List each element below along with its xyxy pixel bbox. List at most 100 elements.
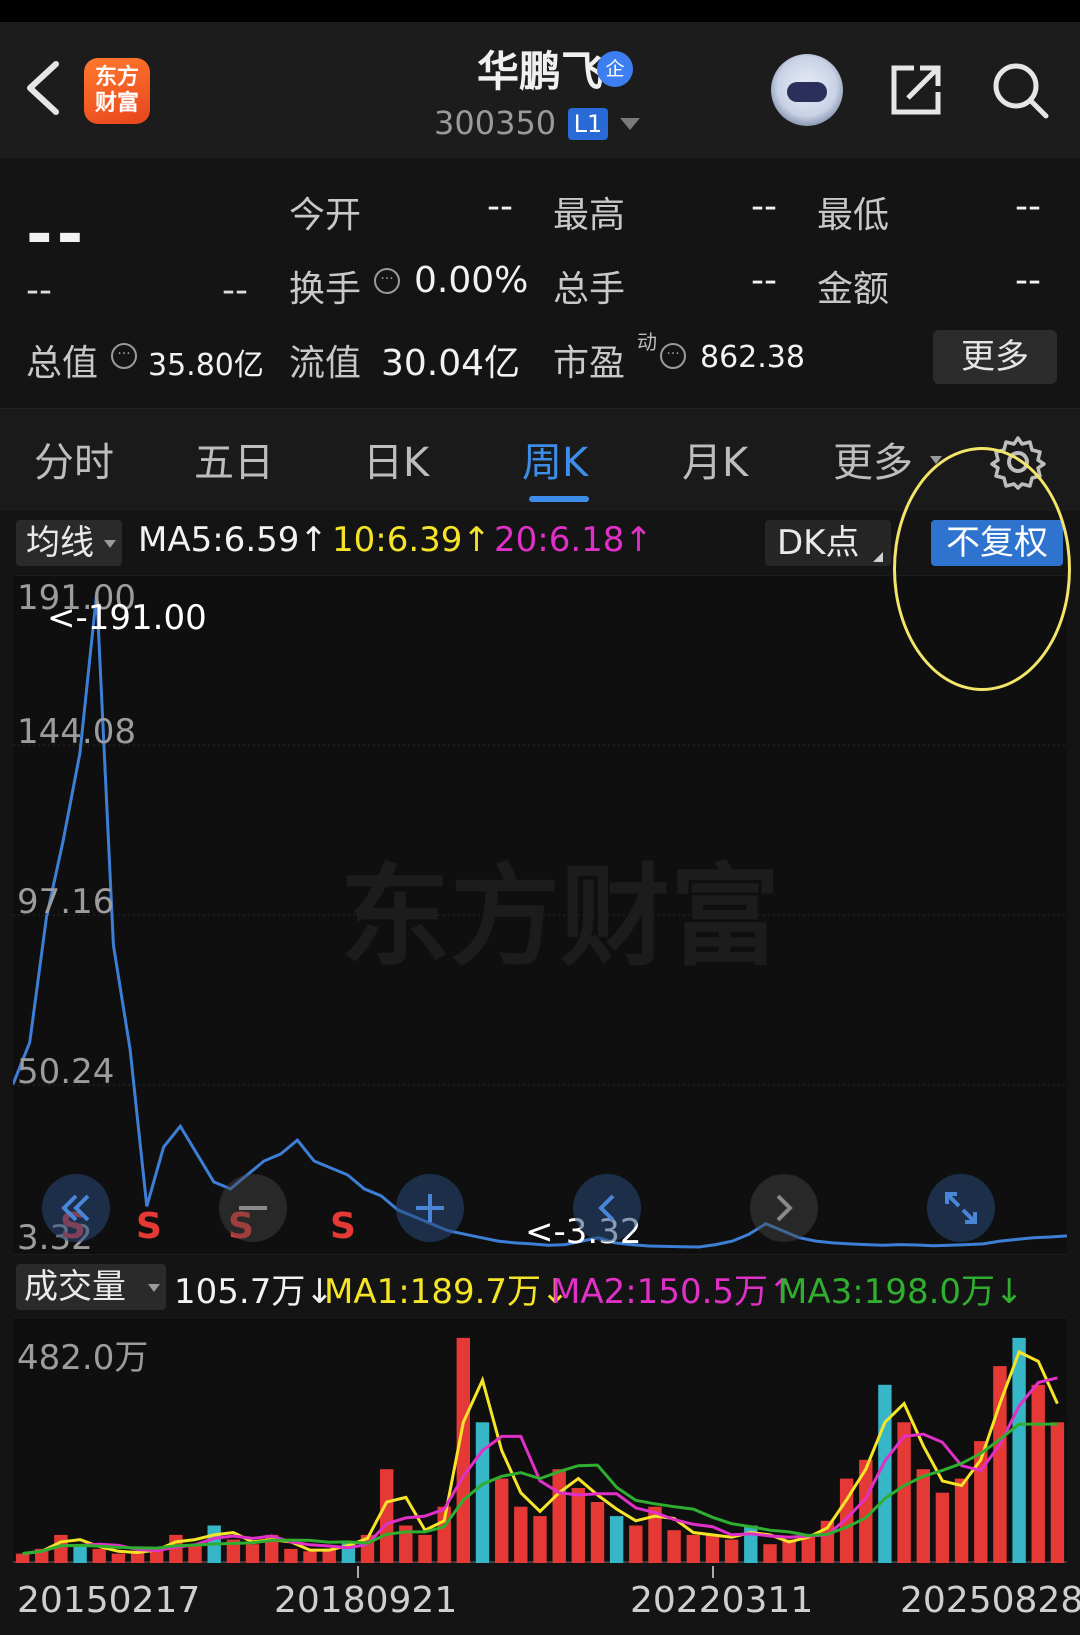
mktcap-label: 总值 xyxy=(26,343,99,384)
current-price: -- xyxy=(26,198,88,272)
volume-bar xyxy=(533,1516,547,1563)
volume-indicator-label: 成交量 xyxy=(24,1267,126,1307)
volume-bar xyxy=(1012,1337,1026,1563)
sell-signal-mark: S xyxy=(136,1206,162,1247)
zoom-in-button[interactable] xyxy=(396,1174,464,1242)
volume-bar xyxy=(878,1384,892,1563)
info-dots-icon[interactable]: ··· xyxy=(111,343,137,369)
date-label: 20150217 xyxy=(17,1580,201,1621)
volume-bar xyxy=(629,1525,643,1563)
volume-bar xyxy=(92,1548,106,1563)
volume-bar xyxy=(916,1469,930,1563)
share-icon[interactable] xyxy=(886,60,946,120)
volume-label: 总手 xyxy=(553,269,626,310)
zoom-out-button[interactable] xyxy=(219,1174,287,1242)
volume-bar xyxy=(111,1553,126,1563)
sell-signal-mark: S xyxy=(330,1206,356,1247)
low-label: 最低 xyxy=(817,195,890,236)
price-axis-tick: 144.08 xyxy=(17,712,136,752)
tab-weekly-k[interactable]: 周K xyxy=(522,430,588,488)
search-icon[interactable] xyxy=(990,60,1050,120)
volume-ma3: MA3:198.0万↓ xyxy=(778,1272,1024,1312)
open-label: 今开 xyxy=(289,195,362,236)
pe-value: 862.38 xyxy=(700,340,805,375)
volume-bar xyxy=(686,1534,700,1563)
expand-icon xyxy=(945,1192,977,1224)
mktcap-value: 35.80亿 xyxy=(148,348,264,383)
volume-indicator-select[interactable]: 成交量 xyxy=(16,1264,166,1310)
float-value: 30.04亿 xyxy=(381,343,521,384)
turnover-value: 0.00% xyxy=(414,260,529,301)
volume-bar xyxy=(609,1516,624,1563)
price-chart[interactable]: 东方财富 xyxy=(13,575,1067,1255)
plus-icon xyxy=(416,1194,444,1222)
volume-bar xyxy=(667,1530,681,1563)
chevron-down-icon xyxy=(148,1284,160,1292)
ma10-value: 10:6.39↑ xyxy=(332,520,491,560)
more-button[interactable]: 更多 xyxy=(933,330,1057,384)
volume-ma1: MA1:189.7万↓ xyxy=(324,1272,570,1312)
scroll-right-button[interactable] xyxy=(750,1174,818,1242)
amount-value: -- xyxy=(1015,260,1041,301)
tab-five-day[interactable]: 五日 xyxy=(194,430,274,488)
minus-icon xyxy=(239,1206,267,1210)
date-label: 20220311 xyxy=(630,1580,814,1621)
scroll-left-button[interactable] xyxy=(573,1174,641,1242)
volume-bar xyxy=(380,1469,394,1563)
volume-bar xyxy=(552,1469,566,1563)
volume-bar xyxy=(724,1539,739,1563)
x-tick xyxy=(357,1566,359,1578)
volume-bar xyxy=(54,1534,68,1563)
indicator-select-label: 均线 xyxy=(26,523,94,563)
tab-intraday[interactable]: 分时 xyxy=(34,430,114,488)
status-bar xyxy=(0,0,1080,22)
volume-bar xyxy=(590,1502,605,1563)
volume-bar xyxy=(188,1544,202,1563)
stock-code[interactable]: 300350 xyxy=(434,104,556,142)
volume-bar xyxy=(1050,1422,1065,1563)
ma5-value: MA5:6.59↑ xyxy=(138,520,328,560)
low-value: -- xyxy=(1015,186,1041,227)
price-change-pct: -- xyxy=(222,270,248,311)
robot-face-visor xyxy=(787,82,827,102)
watermark: 东方财富 xyxy=(340,853,780,981)
volume-bar xyxy=(763,1544,777,1563)
volume-bar xyxy=(15,1553,30,1563)
volume-bar xyxy=(571,1488,585,1563)
volume-axis-max: 482.0万 xyxy=(17,1338,149,1378)
volume-ma2: MA2:150.5万↑ xyxy=(551,1272,797,1312)
volume-bar xyxy=(954,1478,969,1563)
fullscreen-button[interactable] xyxy=(927,1174,995,1242)
chevron-left-icon xyxy=(598,1194,615,1222)
tab-monthly-k[interactable]: 月K xyxy=(682,430,748,488)
chevron-down-icon[interactable] xyxy=(620,118,640,130)
volume-bar xyxy=(993,1366,1007,1563)
tab-more[interactable]: 更多 xyxy=(833,430,913,488)
chevron-down-icon xyxy=(104,540,116,548)
amount-label: 金额 xyxy=(817,269,890,310)
volume-bar xyxy=(514,1506,528,1563)
date-label: 20250828 xyxy=(900,1580,1080,1621)
active-tab-indicator xyxy=(529,496,589,502)
volume-current: 105.7万↓ xyxy=(174,1272,334,1312)
volume-bar xyxy=(475,1422,490,1563)
float-label: 流值 xyxy=(289,343,362,384)
volume-bar xyxy=(935,1492,950,1563)
info-dots-icon[interactable]: ··· xyxy=(660,343,686,369)
scroll-to-start-button[interactable] xyxy=(42,1174,110,1242)
x-tick xyxy=(712,1566,714,1578)
max-price-marker: <-191.00 xyxy=(47,598,207,638)
double-chevron-left-icon xyxy=(61,1194,90,1222)
volume-value: -- xyxy=(751,260,777,301)
pe-label: 市盈 xyxy=(553,343,626,384)
volume-bar xyxy=(284,1548,298,1563)
tab-daily-k[interactable]: 日K xyxy=(363,430,429,488)
turnover-label: 换手 xyxy=(289,269,362,310)
volume-chart[interactable] xyxy=(13,1317,1067,1563)
level-badge[interactable]: L1 xyxy=(568,108,608,140)
info-dots-icon[interactable]: ··· xyxy=(374,268,400,294)
price-change: -- xyxy=(26,270,52,311)
volume-bar xyxy=(1031,1384,1045,1563)
pe-superscript: 动 xyxy=(637,330,657,354)
price-axis-tick: 97.16 xyxy=(17,882,115,922)
